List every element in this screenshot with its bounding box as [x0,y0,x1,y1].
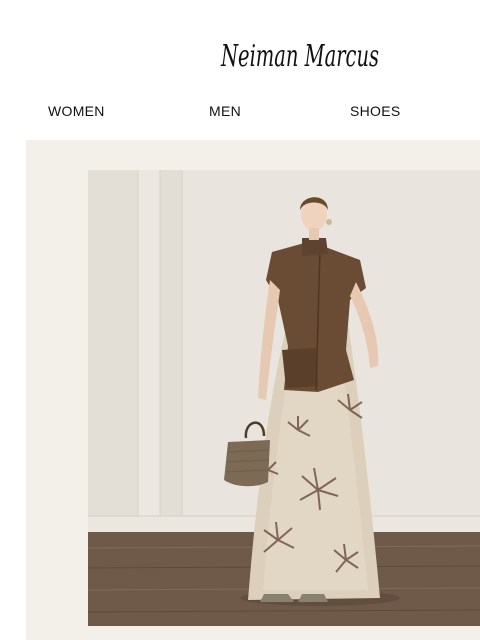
wall-panel [138,170,160,532]
brand-name: Neiman Marcus [220,39,379,74]
earring [326,219,332,225]
vest-pocket [282,348,318,388]
right-shoe [298,594,328,602]
hero-model-photo[interactable] [88,170,480,626]
nav-women[interactable]: WOMEN [48,103,105,119]
neiman-marcus-wordmark: Neiman Marcus [220,39,379,74]
nav-shoes[interactable]: SHOES [350,103,401,119]
hero-banner[interactable] [26,140,480,640]
nav-men[interactable]: MEN [209,103,241,119]
brand-logo[interactable]: Neiman Marcus [210,16,390,92]
wall-panel [88,170,138,532]
wall-panel [160,170,182,532]
vest-collar [302,238,328,256]
left-shoe [260,594,294,602]
model-neck [309,228,319,240]
main-navigation: WOMEN MEN SHOES [0,100,480,124]
handbag [224,440,270,487]
